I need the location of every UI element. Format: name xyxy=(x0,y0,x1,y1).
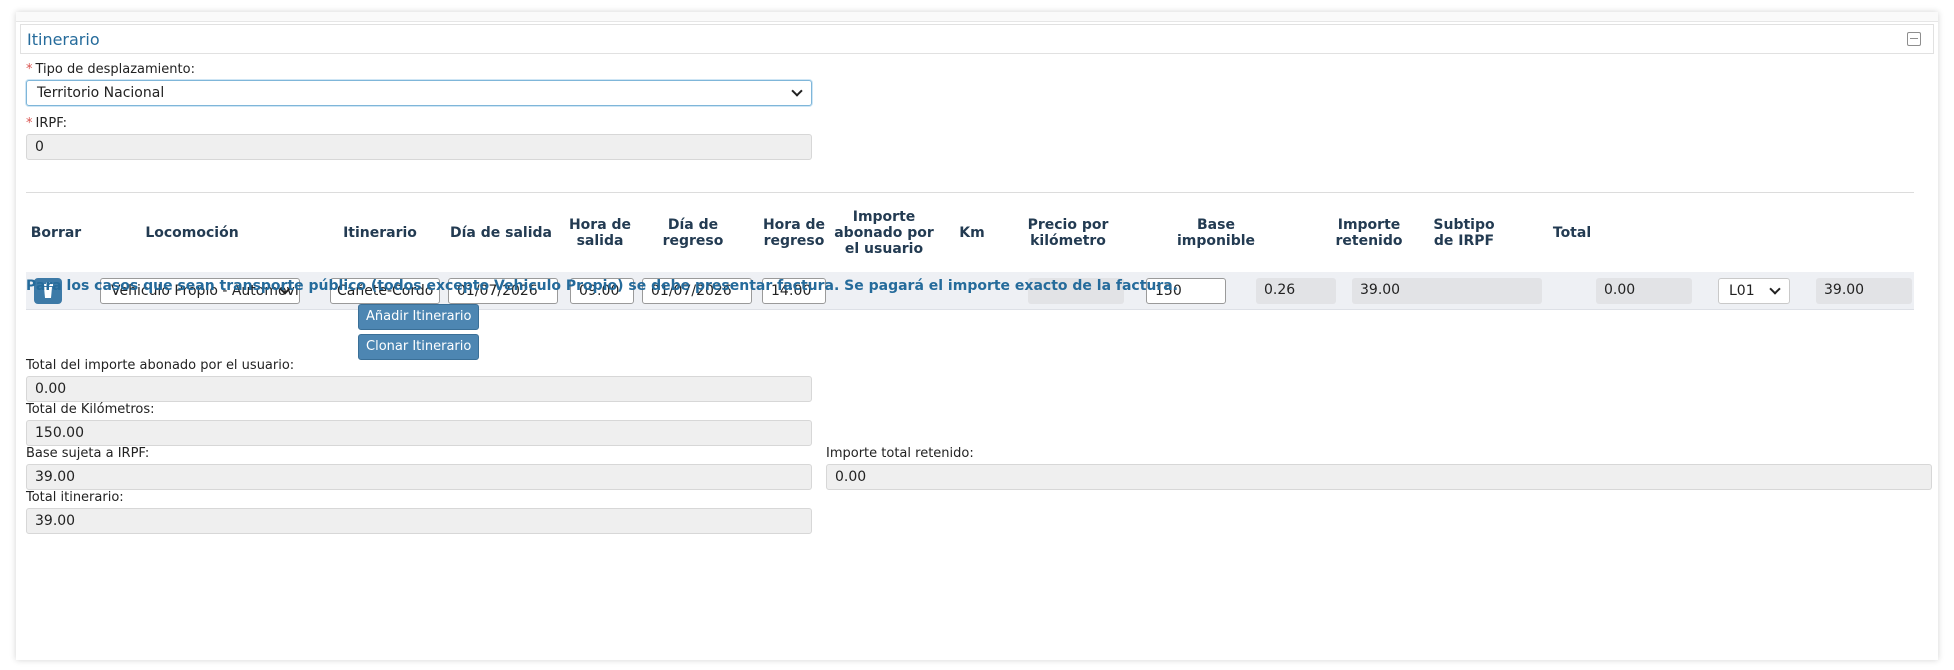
minus-box-icon[interactable] xyxy=(1907,32,1921,46)
irpf-label: * IRPF: xyxy=(26,116,67,131)
table-header: Borrar Locomoción Itinerario Día de sali… xyxy=(26,192,1914,272)
tipo-desplazamiento-value: Territorio Nacional xyxy=(37,85,165,101)
header-importe-abonado: Importe abonado por el usuario xyxy=(834,209,934,257)
base-sujeta-label: Base sujeta a IRPF: xyxy=(26,446,150,461)
subtipo-irpf-select[interactable]: L01 xyxy=(1718,278,1790,304)
chevron-down-icon xyxy=(1769,283,1781,295)
header-km: Km xyxy=(959,225,985,241)
required-mark: * xyxy=(26,62,33,77)
header-hora-regreso: Hora de regreso xyxy=(762,217,826,249)
top-strip xyxy=(16,12,1938,22)
clone-itinerario-button[interactable]: Clonar Itinerario xyxy=(358,334,480,360)
total-importe-abonado-field: 0.00 xyxy=(26,376,812,402)
tipo-desplazamiento-label-text: Tipo de desplazamiento: xyxy=(35,62,195,77)
total-importe-abonado-label: Total del importe abonado por el usuario… xyxy=(26,358,295,373)
chevron-down-icon xyxy=(791,85,803,97)
irpf-label-text: IRPF: xyxy=(35,116,68,131)
itinerario-panel: Itinerario * Tipo de desplazamiento: Terr… xyxy=(20,24,1934,654)
total-itinerario-field: 39.00 xyxy=(26,508,812,534)
header-hora-salida: Hora de salida xyxy=(568,217,632,249)
header-itinerario: Itinerario xyxy=(343,225,417,241)
base-sujeta-field: 39.00 xyxy=(26,464,812,490)
main-container: Itinerario * Tipo de desplazamiento: Terr… xyxy=(16,12,1938,660)
header-total: Total xyxy=(1552,225,1592,241)
header-importe-retenido: Importe retenido xyxy=(1335,217,1403,249)
total-itinerario-label: Total itinerario: xyxy=(26,490,124,505)
total-km-label: Total de Kilómetros: xyxy=(26,402,155,417)
subtipo-irpf-value: L01 xyxy=(1729,283,1755,299)
header-subtipo-irpf: Subtipo de IRPF xyxy=(1433,217,1495,249)
total-field: 39.00 xyxy=(1816,278,1912,304)
importe-total-retenido-label: Importe total retenido: xyxy=(826,446,974,461)
irpf-field: 0 xyxy=(26,134,812,160)
base-imponible-field: 39.00 xyxy=(1352,278,1542,304)
importe-total-retenido-field: 0.00 xyxy=(826,464,1932,490)
tipo-desplazamiento-select[interactable]: Territorio Nacional xyxy=(26,80,812,106)
panel-header: Itinerario xyxy=(20,24,1934,54)
required-mark: * xyxy=(26,116,33,131)
add-itinerario-button[interactable]: Añadir Itinerario xyxy=(358,304,480,330)
total-km-field: 150.00 xyxy=(26,420,812,446)
header-borrar: Borrar xyxy=(30,225,82,241)
header-precio-km: Precio por kilómetro xyxy=(1027,217,1109,249)
header-dia-salida: Día de salida xyxy=(450,225,552,241)
info-message: Para los casos que sean transporte públi… xyxy=(26,278,1179,294)
precio-km-field: 0.26 xyxy=(1256,278,1336,304)
tipo-desplazamiento-label: * Tipo de desplazamiento: xyxy=(26,62,195,77)
header-dia-regreso: Día de regreso xyxy=(662,217,724,249)
panel-title: Itinerario xyxy=(27,30,100,49)
header-locomocion: Locomoción xyxy=(145,225,239,241)
importe-retenido-field: 0.00 xyxy=(1596,278,1692,304)
header-base-imponible: Base imponible xyxy=(1176,217,1256,249)
